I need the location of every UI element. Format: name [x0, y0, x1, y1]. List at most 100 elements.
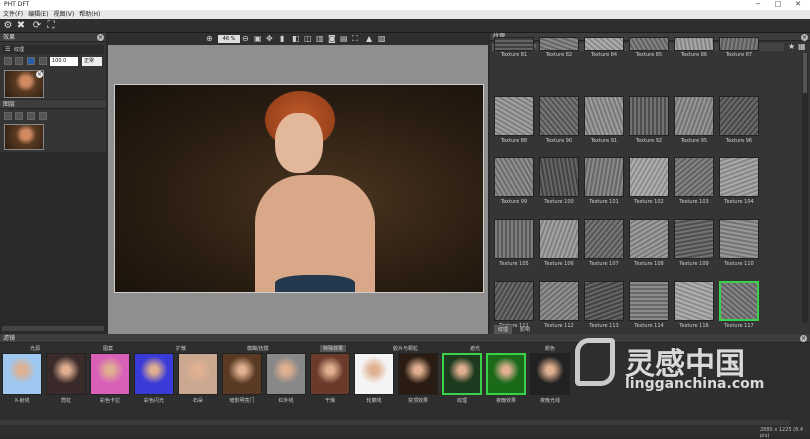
grid-view-icon[interactable]: ▦: [798, 42, 806, 51]
filter-category-tab[interactable]: 遮光: [470, 345, 480, 352]
maximize-button[interactable]: □: [770, 0, 786, 10]
filter-thumbnail[interactable]: [310, 353, 350, 395]
mask-icon[interactable]: ◙: [328, 34, 336, 43]
texture-tile[interactable]: [674, 281, 714, 321]
texture-tile[interactable]: [719, 96, 759, 136]
texture-tile[interactable]: [629, 281, 669, 321]
menu-file[interactable]: 文件(F): [3, 10, 23, 19]
panel-close-icon[interactable]: ×: [97, 34, 104, 41]
filter-thumbnail[interactable]: [442, 353, 482, 395]
hand-icon[interactable]: ✥: [266, 34, 273, 43]
filter-category-tab[interactable]: 颜色: [545, 345, 555, 352]
filter-thumbnail[interactable]: [46, 353, 86, 395]
single-view-icon[interactable]: ▮: [280, 34, 284, 43]
texture-tile[interactable]: [584, 37, 624, 51]
texture-tile[interactable]: [494, 281, 534, 321]
grid-icon[interactable]: [39, 57, 47, 65]
compare-icon[interactable]: ◫: [304, 34, 312, 43]
app-title: PHT DFT: [4, 1, 30, 8]
lightning-icon[interactable]: [27, 112, 35, 120]
zoom-input[interactable]: 46 %: [218, 35, 240, 43]
panel-close-icon[interactable]: ×: [801, 34, 808, 41]
filter-thumbnail[interactable]: [530, 353, 570, 395]
tab-effect[interactable]: 影响: [516, 325, 534, 334]
texture-tile[interactable]: [719, 219, 759, 259]
panel-close-icon[interactable]: ×: [800, 335, 807, 342]
preview-icon[interactable]: ▨: [378, 34, 386, 43]
filter-thumbnail[interactable]: [2, 353, 42, 395]
star-icon[interactable]: ★: [788, 42, 795, 51]
texture-tile[interactable]: [629, 219, 669, 259]
texture-tile[interactable]: [494, 96, 534, 136]
filters-scrollbar[interactable]: [0, 420, 790, 425]
texture-tile[interactable]: [494, 157, 534, 197]
texture-tile[interactable]: [539, 37, 579, 51]
texture-scrollbar[interactable]: [802, 53, 808, 323]
texture-tile[interactable]: [719, 37, 759, 51]
filter-thumbnail[interactable]: [486, 353, 526, 395]
filter-category-tab[interactable]: 扩散: [176, 345, 186, 352]
side-by-side-icon[interactable]: ▥: [316, 34, 324, 43]
filter-thumbnail[interactable]: [354, 353, 394, 395]
texture-tile[interactable]: [494, 219, 534, 259]
layer-thumbnail[interactable]: [4, 124, 44, 150]
left-scrollbar[interactable]: [2, 326, 104, 331]
close-icon[interactable]: ✖: [15, 20, 27, 32]
lightning-icon[interactable]: [27, 57, 35, 65]
filter-category-tab[interactable]: 图案: [103, 345, 113, 352]
texture-tile[interactable]: [674, 157, 714, 197]
refresh-icon[interactable]: ⟳: [31, 20, 43, 32]
texture-tile[interactable]: [584, 96, 624, 136]
canvas-photo[interactable]: [114, 84, 484, 293]
tab-texture[interactable]: 纹理: [494, 325, 513, 334]
image-icon[interactable]: [15, 112, 23, 120]
filter-category-tab[interactable]: 光源: [30, 345, 40, 352]
crop-icon[interactable]: ⛶: [352, 34, 358, 44]
filter-category-tab[interactable]: 特殊效果: [320, 345, 347, 352]
texture-tile[interactable]: [539, 281, 579, 321]
menu-view[interactable]: 视图(V): [53, 10, 74, 19]
texture-tile[interactable]: [584, 219, 624, 259]
texture-tile[interactable]: [629, 96, 669, 136]
close-window-button[interactable]: ✕: [790, 0, 806, 10]
minimize-button[interactable]: −: [750, 0, 766, 10]
texture-tile[interactable]: [539, 157, 579, 197]
image-icon[interactable]: [15, 57, 23, 65]
filter-category-tab[interactable]: 胶片与颗粒: [393, 345, 418, 352]
filter-category-tab[interactable]: 模糊/抚摸: [247, 345, 269, 352]
filter-thumbnail[interactable]: [178, 353, 218, 395]
opacity-input[interactable]: 100.0: [50, 57, 78, 66]
menu-help[interactable]: 帮助(H): [79, 10, 100, 19]
histogram-icon[interactable]: ▲: [366, 34, 372, 43]
texture-tile[interactable]: [719, 157, 759, 197]
texture-tile[interactable]: [674, 219, 714, 259]
texture-tile[interactable]: [674, 96, 714, 136]
texture-tile[interactable]: [539, 96, 579, 136]
filter-thumbnail[interactable]: [222, 353, 262, 395]
texture-tile[interactable]: [629, 157, 669, 197]
crop-icon[interactable]: ⛶: [45, 20, 57, 32]
texture-tile[interactable]: [719, 281, 759, 321]
zoom-out-icon[interactable]: ⊖: [242, 34, 249, 43]
texture-tile[interactable]: [494, 37, 534, 51]
filter-thumbnail[interactable]: [134, 353, 174, 395]
fit-icon[interactable]: ▣: [254, 34, 262, 43]
texture-tile[interactable]: [539, 219, 579, 259]
texture-tile[interactable]: [629, 37, 669, 51]
grid-icon[interactable]: [39, 112, 47, 120]
zoom-in-icon[interactable]: ⊕: [206, 34, 213, 43]
filter-thumbnail[interactable]: [90, 353, 130, 395]
texture-tile[interactable]: [584, 157, 624, 197]
texture-tile[interactable]: [674, 37, 714, 51]
filter-thumbnail[interactable]: [266, 353, 306, 395]
gear-icon[interactable]: ⚙: [2, 20, 14, 32]
texture-tile[interactable]: [584, 281, 624, 321]
brush-icon[interactable]: [4, 112, 12, 120]
split-view-icon[interactable]: ◧: [292, 34, 300, 43]
blend-mode-select[interactable]: 正常: [82, 57, 102, 66]
snapshot-icon[interactable]: ▤: [340, 34, 348, 43]
filter-thumbnail[interactable]: [398, 353, 438, 395]
brush-icon[interactable]: [4, 57, 12, 65]
menu-edit[interactable]: 编辑(E): [28, 10, 48, 19]
layer-remove-icon[interactable]: ×: [36, 71, 43, 78]
